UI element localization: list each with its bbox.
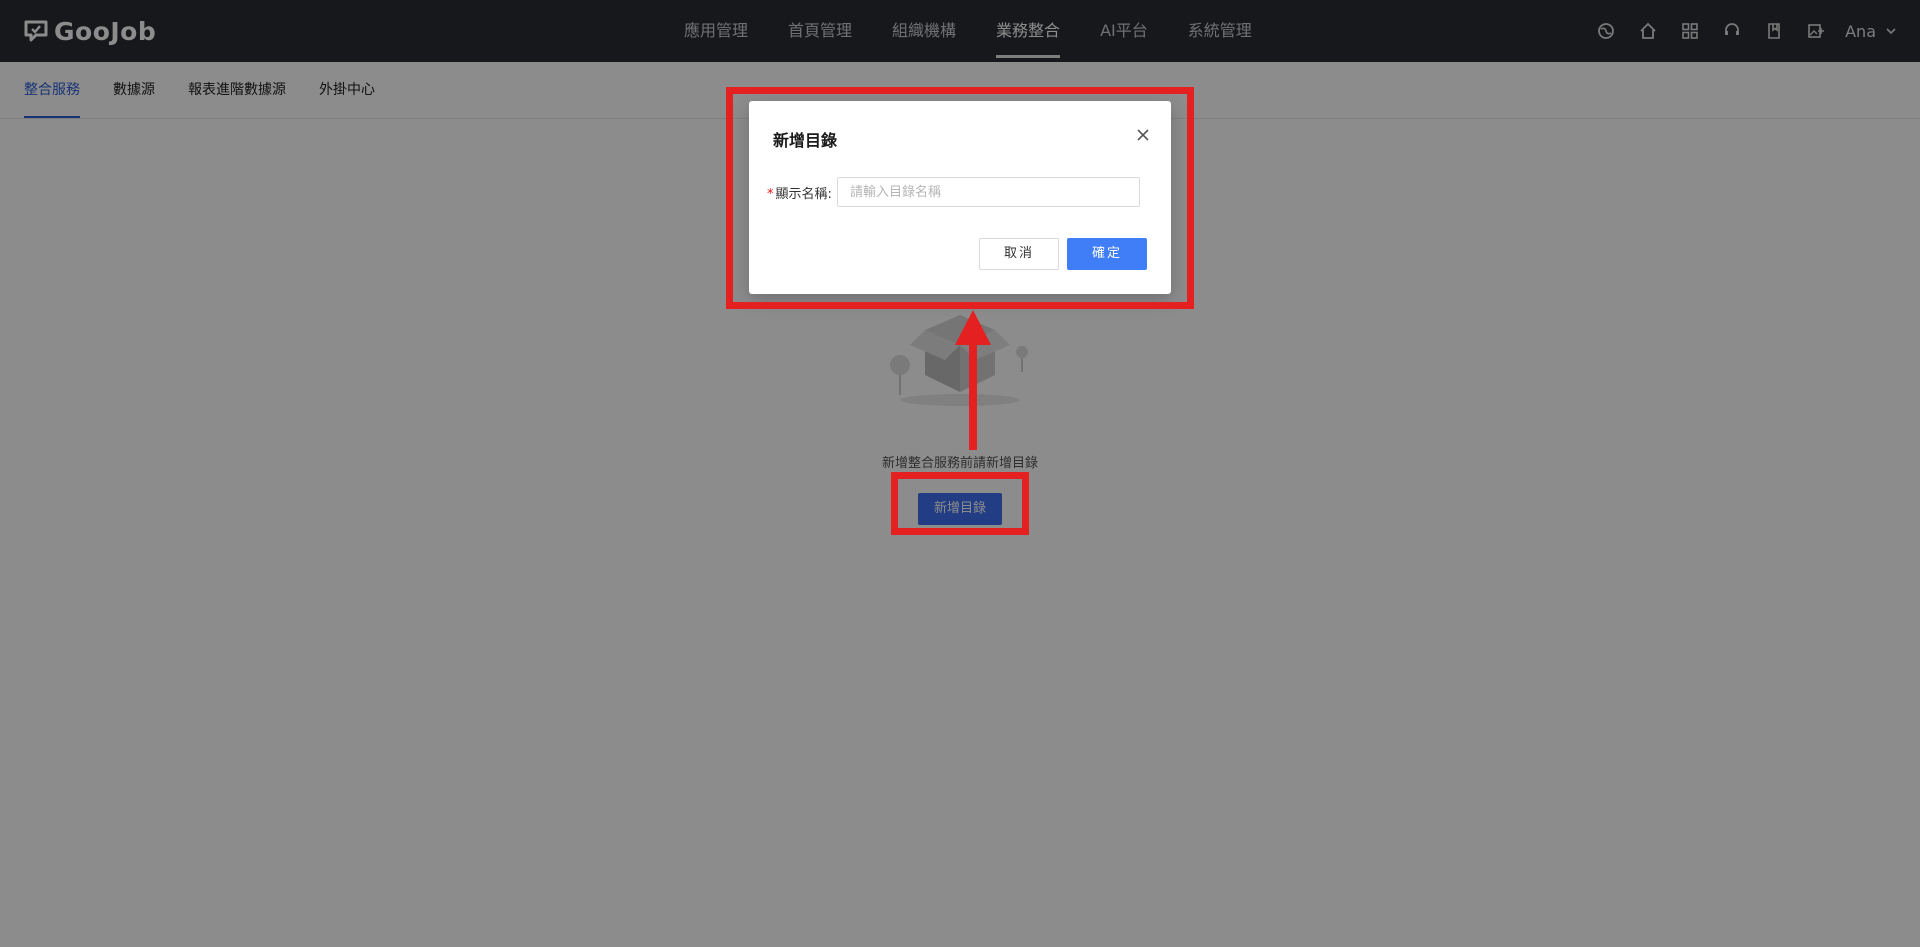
add-directory-dialog: 新增目錄 *顯示名稱: 取消 確定 <box>749 101 1171 294</box>
dialog-title: 新增目錄 <box>773 131 838 150</box>
dialog-actions: 取消 確定 <box>979 238 1147 270</box>
display-name-row: * 顯示名稱: <box>767 177 1140 207</box>
display-name-label-text: 顯示名稱: <box>775 186 832 202</box>
cancel-button[interactable]: 取消 <box>979 238 1059 270</box>
display-name-label: * 顯示名稱: <box>767 183 837 202</box>
required-mark: * <box>767 186 774 202</box>
close-icon[interactable] <box>1135 127 1151 143</box>
display-name-input[interactable] <box>837 177 1140 207</box>
confirm-button[interactable]: 確定 <box>1067 238 1147 270</box>
